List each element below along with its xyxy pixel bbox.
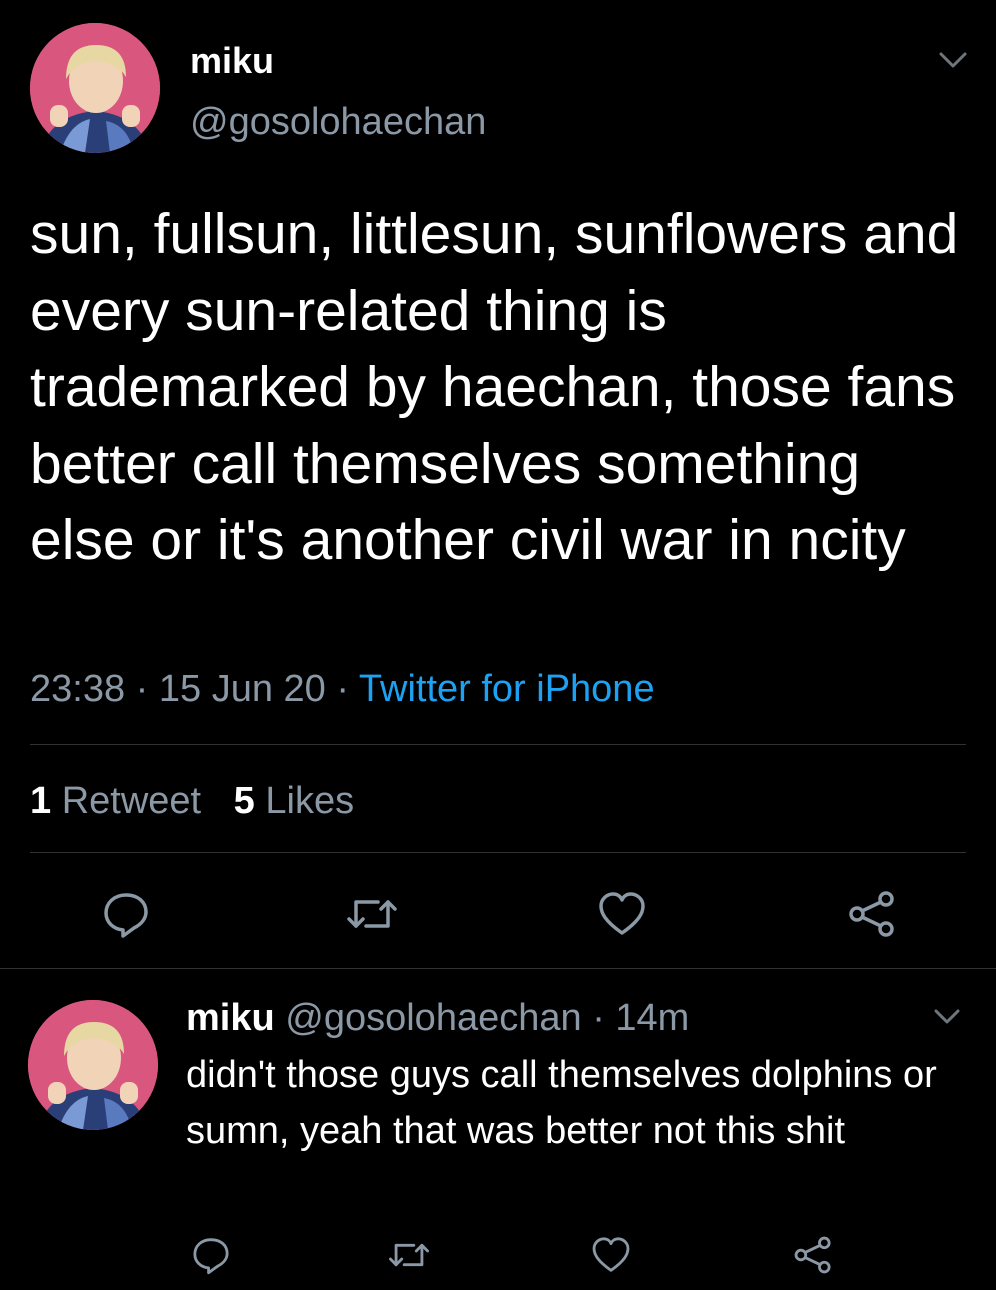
share-icon[interactable] [846, 888, 898, 940]
divider [0, 968, 996, 969]
retweet-arrows-icon[interactable] [344, 888, 400, 940]
tweet-text: sun, fullsun, littlesun, sunflowers and … [30, 202, 959, 572]
author-handle[interactable]: @gosolohaechan [190, 100, 486, 144]
tweet-date: 15 Jun 20 [158, 668, 326, 710]
reply-avatar[interactable] [28, 1000, 158, 1130]
meta-separator: · [135, 668, 149, 710]
reply-display-name[interactable]: miku [186, 997, 275, 1039]
retweet-arrows-icon[interactable] [386, 1234, 432, 1276]
speech-bubble-icon[interactable] [190, 1234, 232, 1276]
retweet-label: Retweet [61, 780, 202, 822]
reply-header: miku @gosolohaechan · 14m [186, 995, 689, 1041]
author-display-name[interactable]: miku [190, 40, 274, 82]
reply-age[interactable]: 14m [615, 997, 689, 1039]
meta-separator: · [592, 997, 605, 1039]
avatar[interactable] [30, 23, 160, 153]
heart-icon[interactable] [596, 888, 648, 940]
tweet-source-link[interactable]: Twitter for iPhone [359, 668, 655, 710]
speech-bubble-icon[interactable] [100, 888, 152, 940]
reply-handle[interactable]: @gosolohaechan [285, 997, 581, 1039]
chevron-down-icon[interactable] [936, 48, 970, 72]
like-label: Likes [265, 780, 355, 822]
reply-text: didn't those guys call themselves dolphi… [186, 1054, 937, 1152]
heart-icon[interactable] [590, 1234, 632, 1276]
likes-stat[interactable]: 5 Likes [234, 780, 354, 822]
retweet-count: 1 [30, 780, 52, 822]
divider [30, 744, 966, 745]
chevron-down-icon[interactable] [932, 1006, 962, 1028]
like-count: 5 [233, 780, 255, 822]
divider [30, 852, 966, 853]
share-icon[interactable] [792, 1234, 834, 1276]
tweet-time: 23:38 [30, 668, 126, 710]
avatar-image [30, 23, 160, 153]
avatar-image [28, 1000, 158, 1130]
retweets-stat[interactable]: 1 Retweet [30, 780, 212, 822]
tweet-meta: 23:38 · 15 Jun 20 · Twitter for iPhone [30, 665, 655, 713]
engagement-stats: 1 Retweet 5 Likes [30, 777, 354, 825]
meta-separator: · [336, 668, 350, 710]
